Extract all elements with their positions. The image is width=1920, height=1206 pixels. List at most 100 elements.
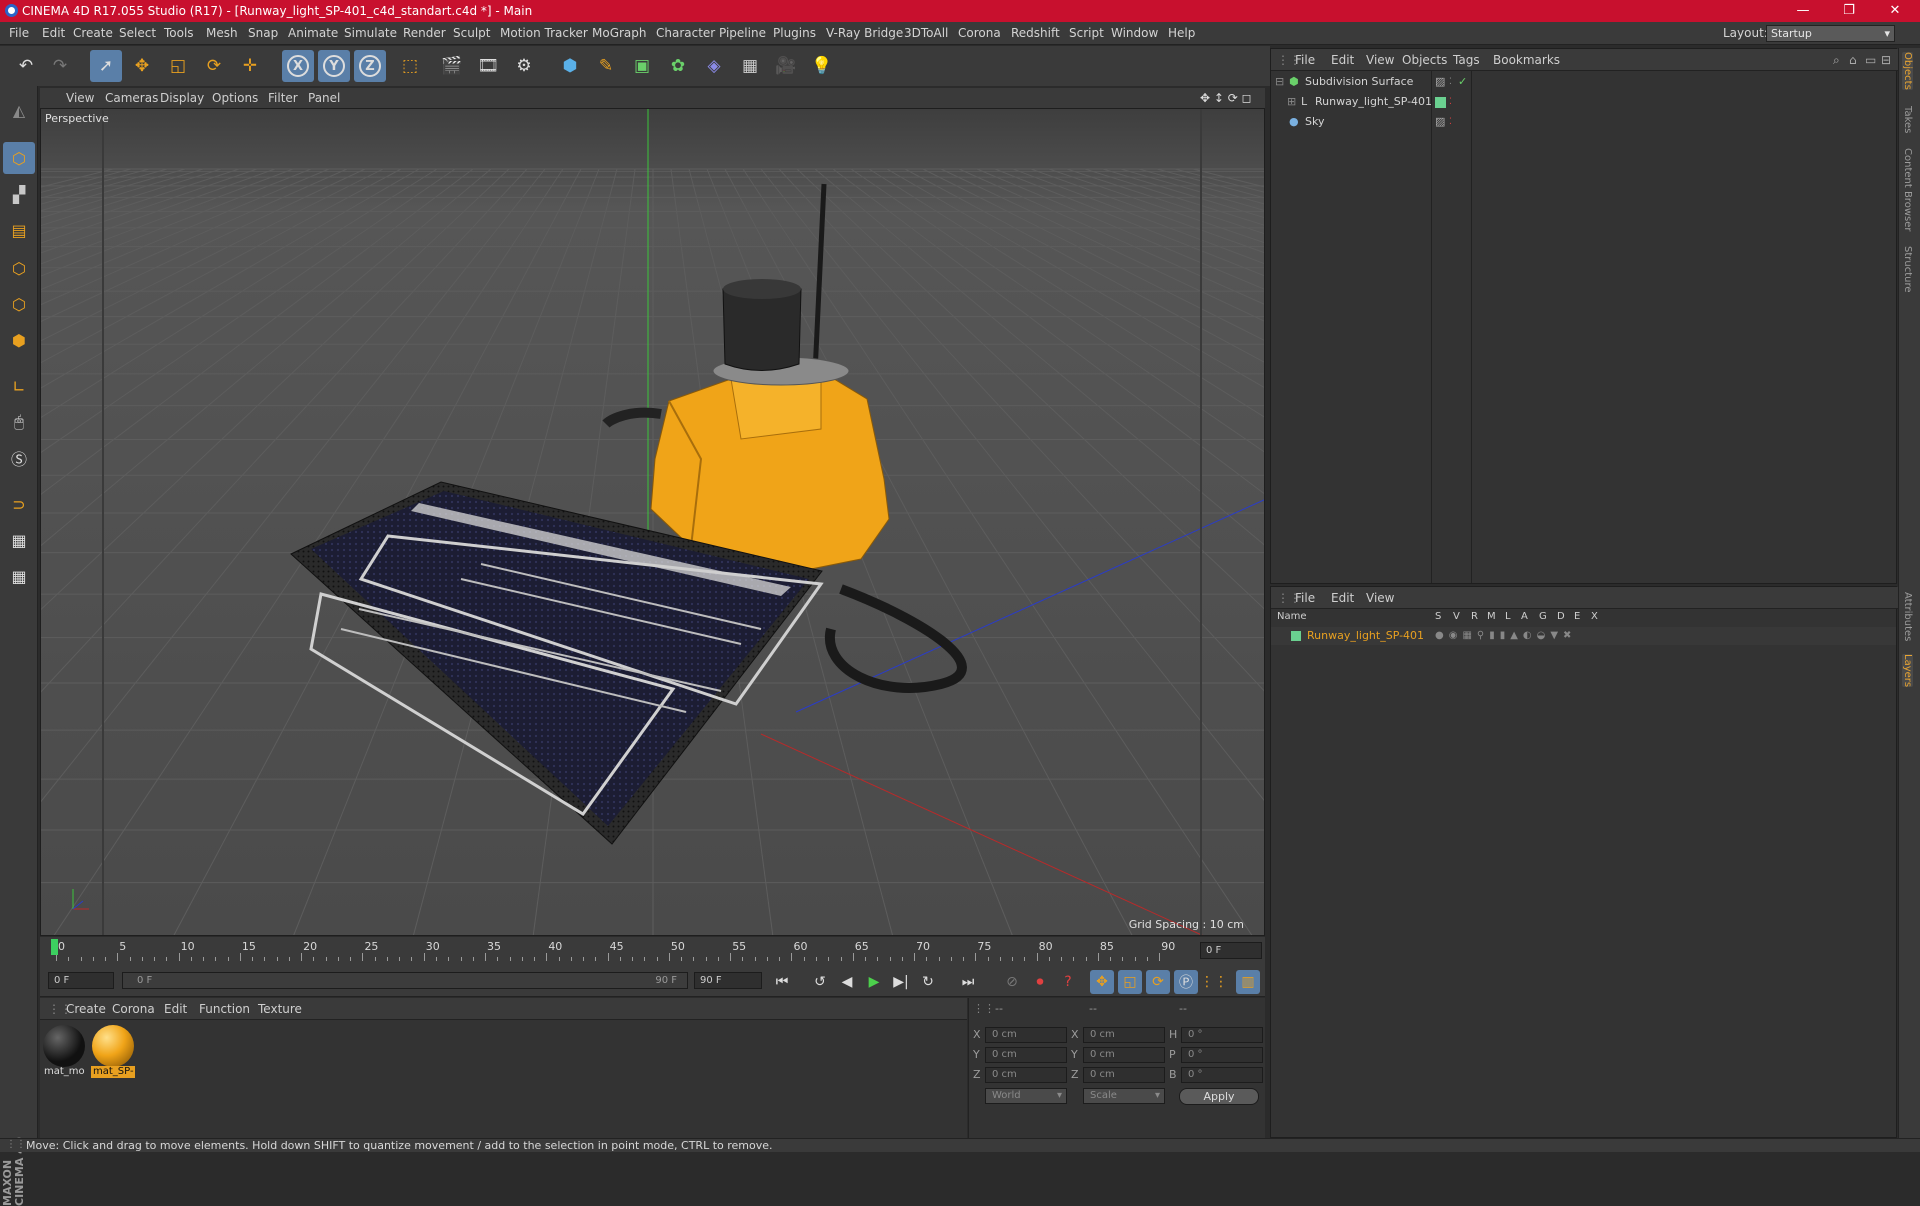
menu-snap[interactable]: Snap <box>248 26 278 40</box>
menu-mograph[interactable]: MoGraph <box>592 26 647 40</box>
material-menu-texture[interactable]: Texture <box>258 1002 302 1016</box>
points-mode-icon[interactable]: ⬡ <box>3 252 35 284</box>
workplane-icon[interactable]: ▤ <box>3 214 35 246</box>
menu-select[interactable]: Select <box>119 26 156 40</box>
close-button[interactable]: ✕ <box>1872 0 1918 22</box>
go-to-end-icon[interactable]: ⏭ <box>956 970 980 994</box>
objects-menu-file[interactable]: File <box>1295 53 1315 67</box>
collapse-icon[interactable]: ⊟ <box>1275 73 1284 91</box>
tab-structure[interactable]: Structure <box>1902 246 1913 293</box>
size-x-field[interactable]: 0 cm <box>1083 1027 1165 1043</box>
viewport-nav-icon[interactable]: ✥ ↕ ⟳ ◻ <box>1200 91 1252 105</box>
expand-icon[interactable]: ⊞ <box>1287 93 1296 111</box>
menu-edit[interactable]: Edit <box>42 26 65 40</box>
end-frame-field[interactable]: 90 F <box>694 972 762 989</box>
pos-x-field[interactable]: 0 cm <box>985 1027 1067 1043</box>
layer-col-m[interactable]: M <box>1487 611 1496 622</box>
menu-redshift[interactable]: Redshift <box>1011 26 1060 40</box>
timeline[interactable]: 0 5 10 15 20 25 30 35 40 45 50 55 60 65 70 75 80 85 90 0 F <box>40 937 1265 965</box>
move-all-icon[interactable]: ✛ <box>234 50 266 82</box>
keyframe-selection-icon[interactable]: ⊘ <box>1000 970 1024 994</box>
material-menu-function[interactable]: Function <box>199 1002 250 1016</box>
undo-icon[interactable]: ↶ <box>10 50 42 82</box>
layer-col-g[interactable]: G <box>1539 611 1547 622</box>
menu-animate[interactable]: Animate <box>288 26 338 40</box>
viewport-menu-view[interactable]: View <box>66 91 94 105</box>
material-menu-edit[interactable]: Edit <box>164 1002 187 1016</box>
viewport-menu-panel[interactable]: Panel <box>308 91 340 105</box>
model-mode-icon[interactable]: ⬡ <box>3 142 35 174</box>
objects-menu-bookmarks[interactable]: Bookmarks <box>1493 53 1560 67</box>
apply-button[interactable]: Apply <box>1179 1088 1259 1105</box>
menu-simulate[interactable]: Simulate <box>344 26 397 40</box>
viewport-menu-filter[interactable]: Filter <box>268 91 298 105</box>
render-settings-icon[interactable]: ⚙ <box>508 50 540 82</box>
menu-file[interactable]: File <box>9 26 29 40</box>
menu-tools[interactable]: Tools <box>164 26 194 40</box>
timeline-window-icon[interactable]: ▥ <box>1236 970 1260 994</box>
deformer-icon[interactable]: ◈ <box>698 50 730 82</box>
go-to-start-icon[interactable]: ⏮ <box>770 970 794 994</box>
select-icon[interactable]: ➚ <box>90 50 122 82</box>
tab-takes[interactable]: Takes <box>1902 106 1913 133</box>
pen-icon[interactable]: ✎ <box>590 50 622 82</box>
maximize-button[interactable]: ❐ <box>1826 0 1872 22</box>
menu-character[interactable]: Character <box>656 26 715 40</box>
objects-menu-tags[interactable]: Tags <box>1453 53 1480 67</box>
expand-icon[interactable]: ⊟ <box>1881 53 1891 67</box>
menu-sculpt[interactable]: Sculpt <box>453 26 490 40</box>
tweak-mode-icon[interactable]: 🖱 <box>3 406 35 438</box>
object-row-subdivision-surface[interactable]: ⊟ ⬢ Subdivision Surface ▨ ⁚ ✓ <box>1271 73 1896 91</box>
material-label-mat-mo[interactable]: mat_mo <box>42 1066 86 1078</box>
tab-layers[interactable]: Layers <box>1902 654 1913 688</box>
menu-create[interactable]: Create <box>73 26 113 40</box>
layer-col-x[interactable]: X <box>1591 611 1598 622</box>
autokey-icon[interactable]: ? <box>1056 970 1080 994</box>
menu-3dtoall[interactable]: 3DToAll <box>904 26 948 40</box>
viewport-menu-display[interactable]: Display <box>160 91 204 105</box>
layers-menu-file[interactable]: File <box>1295 591 1315 605</box>
record-active-icon[interactable]: ⏺ <box>1028 970 1052 994</box>
key-position-icon[interactable]: ✥ <box>1090 970 1114 994</box>
light-icon[interactable]: 💡 <box>806 50 838 82</box>
minimize-button[interactable]: — <box>1780 0 1826 22</box>
render-view-icon[interactable]: 🎬 <box>436 50 468 82</box>
menu-help[interactable]: Help <box>1168 26 1195 40</box>
polygons-mode-icon[interactable]: ⬢ <box>3 324 35 356</box>
x-axis-icon[interactable]: X <box>282 50 314 82</box>
menu-plugins[interactable]: Plugins <box>773 26 816 40</box>
z-axis-icon[interactable]: Z <box>354 50 386 82</box>
playhead[interactable] <box>51 939 58 955</box>
camera-icon[interactable]: 🎥 <box>770 50 802 82</box>
material-swatch-mat-mo[interactable] <box>43 1025 85 1067</box>
menu-motion-tracker[interactable]: Motion Tracker <box>500 26 588 40</box>
menu-pipeline[interactable]: Pipeline <box>719 26 766 40</box>
object-row-runway-light[interactable]: ⊞ L Runway_light_SP-401 ⁚ <box>1271 93 1896 111</box>
layout-select[interactable]: Startup ▾ <box>1766 25 1895 42</box>
visibility-dots-icon[interactable]: ⁚ <box>1449 93 1452 111</box>
pos-z-field[interactable]: 0 cm <box>985 1067 1067 1083</box>
render-picture-viewer-icon[interactable]: 🎞 <box>472 50 504 82</box>
visibility-dots-icon[interactable]: ⁚ <box>1449 113 1452 131</box>
objects-menu-objects[interactable]: Objects <box>1402 53 1447 67</box>
material-label-mat-sp[interactable]: mat_SP- <box>91 1066 135 1078</box>
coordinate-system-icon[interactable]: ⬚ <box>394 50 426 82</box>
make-editable-icon[interactable]: ◭ <box>3 94 35 126</box>
key-scale-icon[interactable]: ◱ <box>1118 970 1142 994</box>
layer-col-e[interactable]: E <box>1574 611 1580 622</box>
lock-workplane-icon[interactable]: ▦ <box>3 524 35 556</box>
redo-icon[interactable]: ↷ <box>44 50 76 82</box>
layer-row[interactable]: Runway_light_SP-401 ●◉▦⚲▮▮▲◐◒▼✖ <box>1271 627 1896 645</box>
rot-p-field[interactable]: 0 ° <box>1181 1047 1263 1063</box>
menu-corona[interactable]: Corona <box>958 26 1001 40</box>
coordinate-mode-select[interactable]: World ▾ <box>985 1088 1067 1104</box>
solo-icon[interactable]: Ⓢ <box>3 442 35 474</box>
layer-color-swatch[interactable] <box>1291 631 1301 641</box>
rot-b-field[interactable]: 0 ° <box>1181 1067 1263 1083</box>
layer-flags-icons[interactable]: ●◉▦⚲▮▮▲◐◒▼✖ <box>1435 627 1576 645</box>
tab-attributes[interactable]: Attributes <box>1902 592 1913 641</box>
material-swatch-mat-sp[interactable] <box>92 1025 134 1067</box>
layer-col-l[interactable]: L <box>1505 611 1511 622</box>
size-y-field[interactable]: 0 cm <box>1083 1047 1165 1063</box>
layer-col-d[interactable]: D <box>1557 611 1565 622</box>
